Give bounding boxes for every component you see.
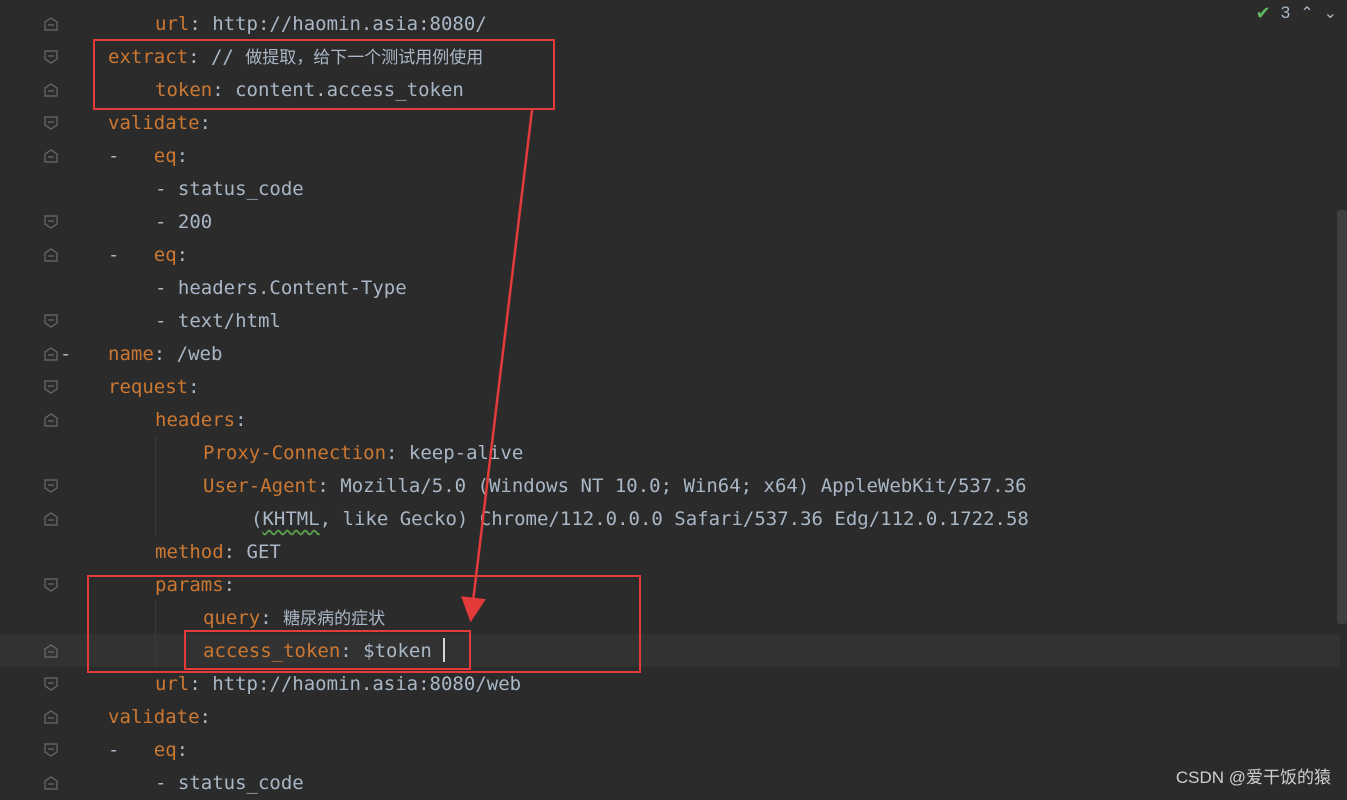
chevron-down-icon[interactable]: ⌄ bbox=[1324, 3, 1337, 23]
check-count: 3 bbox=[1280, 3, 1291, 22]
vertical-scrollbar[interactable] bbox=[1337, 210, 1347, 624]
annotation-arrow bbox=[461, 109, 534, 623]
checkmark-icon: ✔ bbox=[1255, 2, 1271, 23]
inspection-status[interactable]: ✔ 3 ⌃ ⌄ bbox=[1256, 2, 1337, 24]
chevron-up-icon[interactable]: ⌃ bbox=[1300, 3, 1313, 23]
watermark: CSDN @爱干饭的猿 bbox=[1175, 768, 1331, 787]
